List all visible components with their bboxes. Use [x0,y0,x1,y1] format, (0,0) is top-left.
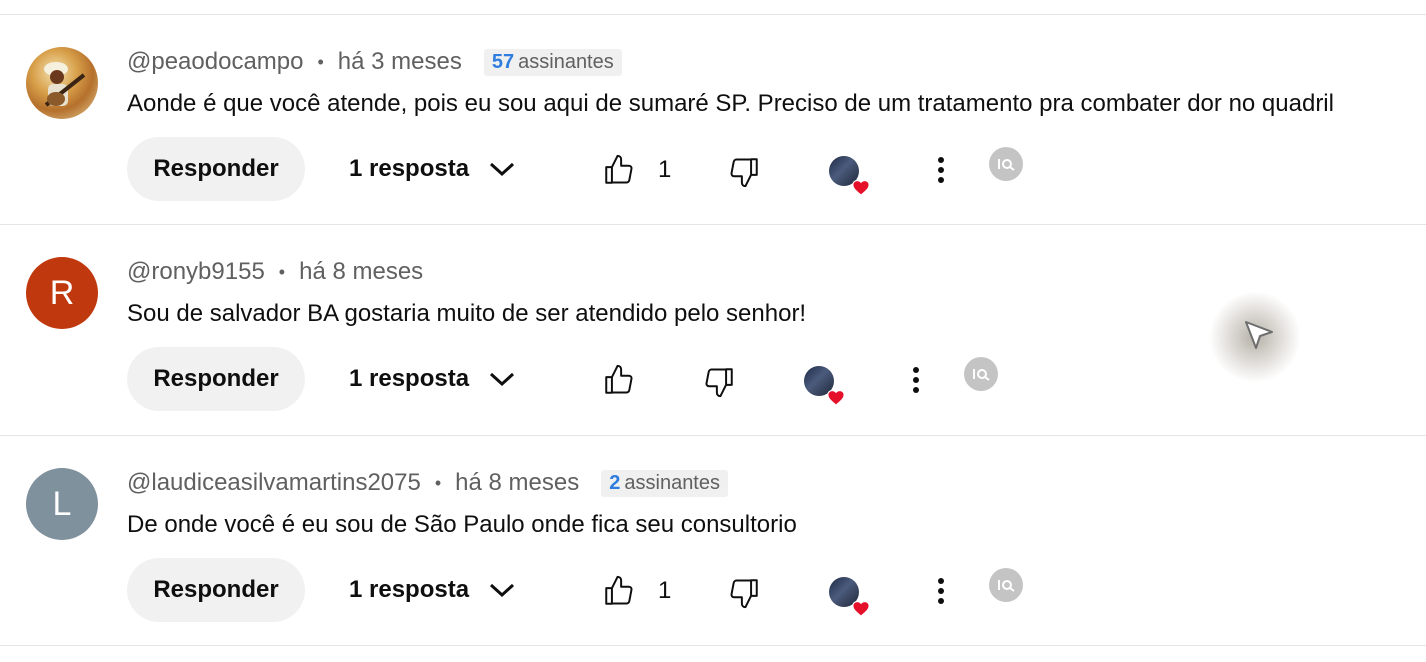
comment-time[interactable]: há 3 meses [338,48,462,76]
subscriber-badge: 57 assinantes [483,48,622,76]
extension-icon[interactable] [989,147,1023,181]
subscriber-label: assinantes [624,471,720,494]
avatar[interactable]: L [26,468,98,540]
comment-text: Sou de salvador BA gostaria muito de ser… [127,300,807,327]
chevron-down-icon [490,372,515,387]
replies-label: 1 resposta [349,155,470,182]
extension-icon[interactable] [989,568,1023,602]
comment-meta: @ronyb9155 • há 8 meses [127,257,423,287]
dislike-button[interactable] [702,365,736,399]
avatar[interactable]: R [26,257,98,329]
avatar-letter: R [49,273,75,312]
replies-label: 1 resposta [349,365,470,392]
chevron-down-icon [490,162,515,177]
subscriber-label: assinantes [518,50,614,73]
cursor-arrow-icon [1245,321,1273,349]
reply-button[interactable]: Responder [127,137,305,201]
view-replies-button[interactable]: 1 resposta [349,137,515,201]
comment-time[interactable]: há 8 meses [299,258,423,286]
view-replies-button[interactable]: 1 resposta [349,347,515,411]
thumb-down-icon [705,368,733,398]
author-name[interactable]: @ronyb9155 [127,258,265,286]
comment-text: De onde você é eu sou de São Paulo onde … [127,511,797,538]
creator-heart-icon [852,179,870,196]
like-button[interactable]: 1 [602,153,671,187]
like-button[interactable] [602,363,636,397]
separator-dot: • [434,472,442,493]
comment-thread: L @laudiceasilvamartins2075 • há 8 meses… [0,435,1426,645]
thumb-up-icon [605,154,633,184]
like-button[interactable]: 1 [602,574,671,608]
author-name[interactable]: @peaodocampo [127,48,303,76]
chevron-down-icon [490,583,515,598]
thumb-up-icon [605,364,633,394]
separator-dot: • [317,51,324,72]
creator-heart-icon [852,600,870,617]
subscriber-badge: 2 assinantes [601,469,728,497]
view-replies-button[interactable]: 1 resposta [349,558,515,622]
bottom-divider [0,645,1426,646]
creator-heart-icon [827,389,845,406]
subscriber-count: 57 [491,50,515,73]
thumb-down-icon [730,579,758,609]
avatar[interactable] [26,47,98,119]
comment-meta: @peaodocampo • há 3 meses 57 assinantes [127,47,622,77]
comment-time[interactable]: há 8 meses [455,469,579,497]
reply-button[interactable]: Responder [127,558,305,622]
separator-dot: • [278,261,286,282]
more-vert-icon[interactable] [913,367,919,397]
more-vert-icon[interactable] [938,157,944,187]
avatar-letter: L [52,484,72,523]
extension-icon[interactable] [964,357,998,391]
comment-thread: @peaodocampo • há 3 meses 57 assinantes A… [0,14,1426,224]
creator-heart-badge [829,577,870,617]
thumb-down-icon [730,158,758,188]
comment-meta: @laudiceasilvamartins2075 • há 8 meses 2… [127,468,728,498]
creator-heart-badge [829,156,870,196]
dislike-button[interactable] [727,576,761,610]
reply-button[interactable]: Responder [127,347,305,411]
creator-heart-badge [804,366,845,406]
dislike-button[interactable] [727,155,761,189]
more-vert-icon[interactable] [938,578,944,608]
replies-label: 1 resposta [349,576,470,603]
thumb-up-icon [605,575,633,605]
subscriber-count: 2 [609,471,621,494]
like-count: 1 [658,156,672,183]
like-count: 1 [658,577,672,604]
author-name[interactable]: @laudiceasilvamartins2075 [127,469,421,497]
comment-text: Aonde é que você atende, pois eu sou aqu… [127,90,1334,117]
